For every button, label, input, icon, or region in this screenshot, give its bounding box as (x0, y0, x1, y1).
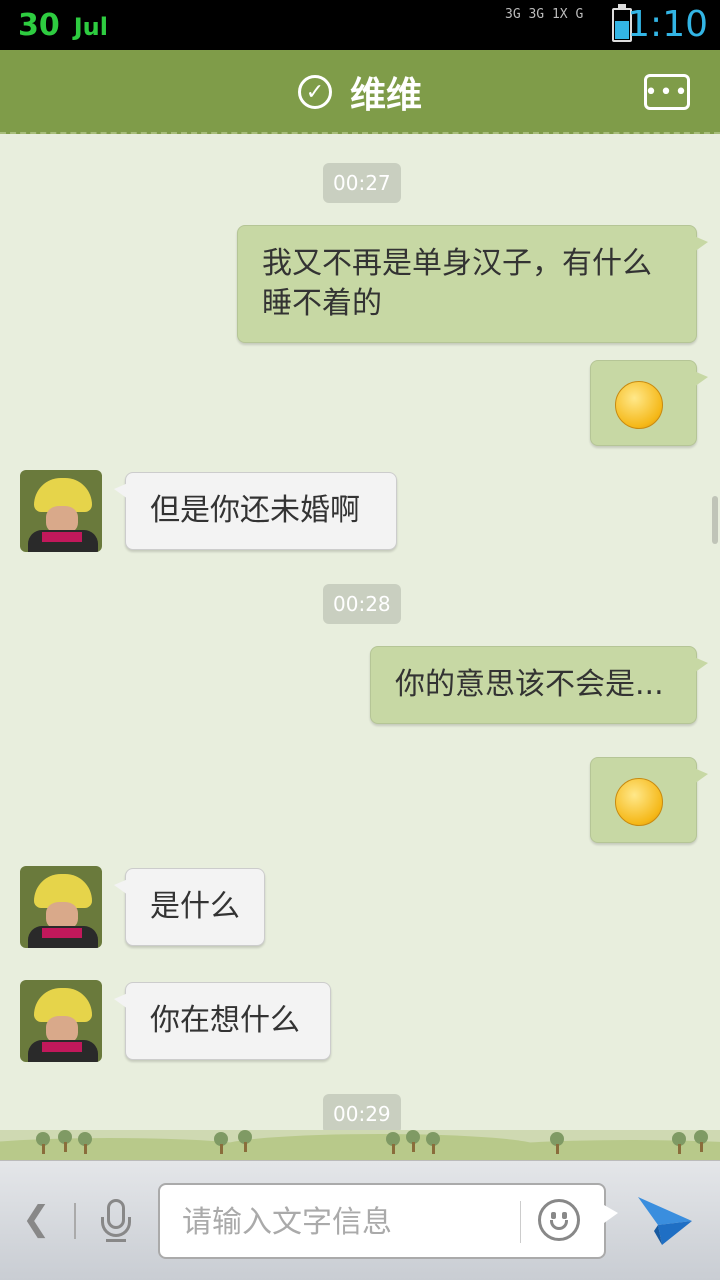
message-timestamp: 00:28 (323, 584, 401, 624)
outgoing-emoji-message[interactable] (590, 757, 708, 843)
status-date: 30 Jul (18, 8, 108, 43)
message-text: 你在想什么 (150, 1003, 300, 1038)
smiley-icon[interactable] (538, 1199, 580, 1241)
contact-avatar[interactable] (20, 470, 102, 552)
check-circle-icon: ✓ (297, 75, 332, 109)
message-timestamp: 00:27 (323, 163, 401, 203)
shy-emoji-icon (615, 381, 663, 429)
status-date-month: Jul (73, 13, 108, 41)
microphone-icon[interactable] (98, 1199, 134, 1247)
contact-avatar[interactable] (20, 866, 102, 948)
status-bar: 30 Jul 3G 3G 1X G 1:10 (0, 0, 720, 50)
message-text: 但是你还未婚啊 (150, 493, 360, 528)
smirk-emoji-icon (615, 778, 663, 826)
outgoing-message[interactable]: 你的意思该不会是... (370, 646, 708, 724)
chat-scrollbar[interactable] (712, 496, 718, 544)
chat-title: 维维 (349, 75, 422, 116)
message-list[interactable]: 00:27 我又不再是单身汉子，有什么睡不着的 但是你还未婚啊 00:28 你的… (0, 136, 720, 1160)
incoming-message[interactable]: 是什么 (114, 868, 265, 946)
message-text: 你的意思该不会是... (395, 667, 664, 702)
toolbar-divider (74, 1203, 76, 1239)
incoming-message[interactable]: 但是你还未婚啊 (114, 472, 397, 550)
landscape-decoration (0, 1130, 720, 1160)
chat-more-icon: ••• (644, 79, 690, 105)
outgoing-emoji-message[interactable] (590, 360, 708, 446)
contact-avatar[interactable] (20, 980, 102, 1062)
status-date-day: 30 (18, 8, 60, 43)
chat-header: ✓ 维维 ••• (0, 50, 720, 134)
message-input[interactable] (182, 1195, 502, 1249)
status-time: 1:10 (627, 4, 708, 45)
message-input-container (158, 1183, 618, 1259)
message-text: 我又不再是单身汉子，有什么睡不着的 (262, 246, 652, 321)
outgoing-message[interactable]: 我又不再是单身汉子，有什么睡不着的 (237, 225, 708, 343)
incoming-message[interactable]: 你在想什么 (114, 982, 331, 1060)
chevron-left-icon[interactable]: ❮ (22, 1199, 51, 1239)
message-timestamp: 00:29 (323, 1094, 401, 1134)
network-signal-icon: 3G 3G 1X G (505, 7, 584, 22)
chat-more-button[interactable]: ••• (644, 74, 690, 110)
message-text: 是什么 (150, 889, 240, 924)
paper-plane-icon[interactable] (636, 1195, 694, 1247)
message-input-bar: ❮ (0, 1160, 720, 1280)
